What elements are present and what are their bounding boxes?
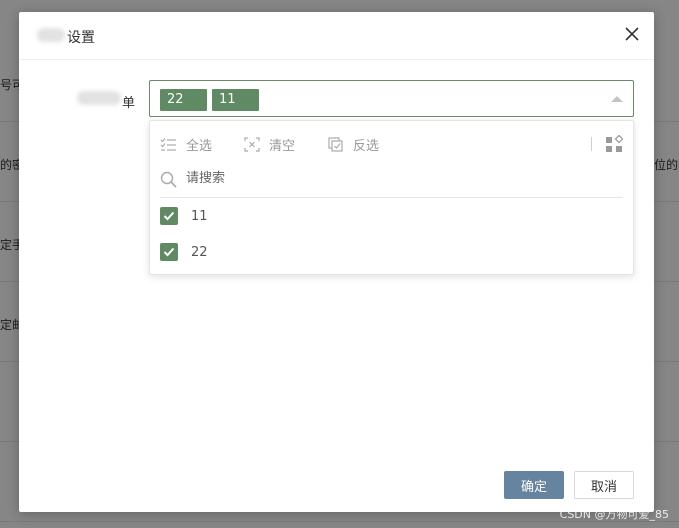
dialog-title: 设置 bbox=[67, 30, 95, 46]
confirm-button[interactable]: 确定 bbox=[504, 471, 564, 499]
caret-up-icon[interactable] bbox=[611, 96, 623, 102]
close-icon[interactable] bbox=[624, 26, 640, 42]
checkmark-icon bbox=[163, 211, 175, 221]
clear-button[interactable]: 清空 bbox=[244, 135, 296, 154]
dialog-header: 设置 bbox=[19, 12, 654, 60]
watermark: CSDN @万物可爱_85 bbox=[559, 508, 669, 521]
option-item[interactable]: 22 bbox=[160, 241, 208, 263]
shapes-icon[interactable] bbox=[605, 135, 623, 153]
checklist-icon bbox=[160, 137, 176, 151]
selected-tag[interactable]: 11 bbox=[212, 89, 259, 111]
search-placeholder: 请搜索 bbox=[186, 171, 226, 186]
invert-selection-button[interactable]: 反选 bbox=[328, 135, 380, 154]
select-all-label: 全选 bbox=[186, 138, 213, 154]
option-label: 22 bbox=[191, 244, 208, 260]
search-icon bbox=[160, 171, 177, 188]
invert-label: 反选 bbox=[353, 138, 380, 154]
invert-selection-icon bbox=[328, 136, 343, 152]
checkbox-checked[interactable] bbox=[160, 243, 178, 261]
form-label: 单 bbox=[122, 96, 136, 111]
checkmark-icon bbox=[163, 247, 175, 257]
cancel-button[interactable]: 取消 bbox=[574, 471, 634, 499]
selected-tag[interactable]: 22 bbox=[160, 89, 207, 111]
select-all-button[interactable]: 全选 bbox=[160, 135, 213, 154]
redacted-label-prefix bbox=[77, 91, 121, 105]
clear-selection-icon bbox=[244, 136, 260, 152]
option-label: 11 bbox=[191, 208, 208, 224]
select-dropdown: 全选 清空 反选 请搜索 11 22 bbox=[149, 120, 634, 275]
option-item[interactable]: 11 bbox=[160, 205, 208, 227]
search-input[interactable]: 请搜索 bbox=[160, 170, 623, 198]
toolbar-divider bbox=[591, 137, 592, 151]
settings-dialog: 设置 单 22 11 全选 清空 反选 请搜索 11 22 确定 取消 bbox=[19, 12, 654, 512]
redacted-title-prefix bbox=[37, 28, 65, 42]
multi-select[interactable]: 22 11 bbox=[149, 80, 634, 117]
checkbox-checked[interactable] bbox=[160, 207, 178, 225]
clear-label: 清空 bbox=[269, 138, 296, 154]
